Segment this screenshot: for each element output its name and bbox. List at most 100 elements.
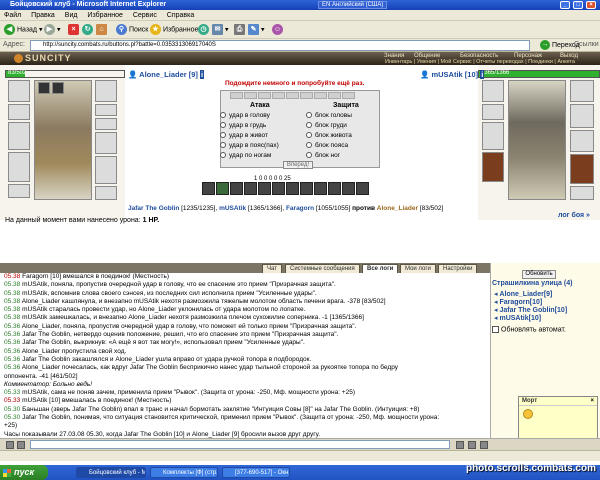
effect-slot-1[interactable] [38, 82, 50, 94]
chat-input[interactable] [30, 440, 450, 449]
messenger-button[interactable]: ☺ [272, 24, 283, 36]
fighter-ally-1[interactable]: Jafar The Goblin [128, 205, 179, 212]
forward-button[interactable]: ▶ ▾ [44, 24, 60, 36]
maximize-button[interactable]: □ [573, 1, 583, 9]
print-button[interactable]: ⎙ [234, 24, 245, 36]
shield-slot[interactable] [95, 156, 117, 184]
player-item[interactable]: ◂ Jafar The Goblin[10] [494, 306, 567, 314]
emote-icon[interactable] [480, 441, 488, 449]
back-button[interactable]: ◀ Назад ▾ [4, 24, 42, 36]
tab-all-logs[interactable]: Все логи [362, 264, 399, 273]
close-button[interactable]: × [586, 1, 596, 9]
skill-icon[interactable] [300, 182, 313, 195]
tab-settings[interactable]: Настройки [438, 264, 478, 273]
fighter-foe[interactable]: Alone_Liader [377, 205, 418, 212]
skill-icon[interactable] [272, 182, 285, 195]
boots-slot[interactable] [95, 186, 117, 200]
block-option-chest[interactable]: блок груди [306, 121, 347, 130]
ring-slot-1[interactable] [95, 104, 117, 116]
earring-slot[interactable] [95, 80, 117, 102]
edit-button[interactable]: ✎ ▾ [248, 24, 264, 36]
skill-icon[interactable] [356, 182, 369, 195]
menu-favorites[interactable]: Избранное [87, 12, 122, 19]
battle-tab[interactable] [272, 92, 285, 99]
skill-icon[interactable] [328, 182, 341, 195]
favorites-button[interactable]: ★ Избранное [150, 24, 198, 36]
send-icon[interactable] [456, 441, 464, 449]
ring-slot-2[interactable] [95, 118, 117, 130]
battle-tab[interactable] [300, 92, 313, 99]
tab-system-messages[interactable]: Системные сообщения [285, 264, 360, 273]
right-character-portrait[interactable] [508, 80, 566, 200]
clear-icon[interactable] [17, 441, 25, 449]
taskbar-item[interactable]: Бойцовский клуб - M... [76, 467, 146, 478]
attack-option-legs[interactable]: удар по ногам [220, 151, 271, 160]
block-option-belt[interactable]: блок пояса [306, 141, 348, 150]
block-option-head[interactable]: блок головы [306, 111, 352, 120]
enemy-fighter-name[interactable]: 👤 mUSAtik [10] i [420, 70, 485, 79]
stop-button[interactable]: × [68, 24, 79, 36]
enemy-gloves-slot[interactable] [570, 130, 594, 152]
effect-slot-2[interactable] [52, 82, 64, 94]
battle-tab[interactable] [258, 92, 271, 99]
home-button[interactable]: ⌂ [96, 24, 107, 36]
attack-option-head[interactable]: удар в голову [220, 111, 270, 120]
enemy-amulet-slot[interactable] [482, 104, 504, 120]
player-name[interactable]: Jafar The Goblin[10] [499, 307, 567, 314]
battle-tab[interactable] [286, 92, 299, 99]
gloves-slot[interactable] [95, 132, 117, 154]
attack-option-groin[interactable]: удар в пояс(пах) [220, 141, 279, 150]
attack-option-chest[interactable]: удар в грудь [220, 121, 266, 130]
taskbar-item[interactable]: Комплекты [Ф] (стр... [150, 467, 218, 478]
smiley-icon[interactable] [6, 441, 14, 449]
battle-tab[interactable] [244, 92, 257, 99]
helmet-slot[interactable] [8, 80, 30, 102]
player-name[interactable]: mUSAtik[10] [499, 315, 541, 322]
battle-log-link[interactable]: лог боя » [558, 212, 590, 219]
menu-file[interactable]: Файл [4, 12, 21, 19]
private-message-icon[interactable]: ◂ [494, 307, 498, 314]
refresh-button[interactable]: Обновить [522, 270, 556, 279]
amulet-slot[interactable] [8, 104, 30, 120]
left-character-portrait[interactable] [34, 80, 92, 200]
player-item[interactable]: ◂ mUSAtik[10] [494, 314, 541, 322]
start-button[interactable]: пуск [0, 465, 48, 480]
ally-fighter-name[interactable]: 👤 Alone_Liader [9] i [128, 70, 205, 79]
menu-edit[interactable]: Правка [31, 12, 55, 19]
player-item[interactable]: ◂ Faragorn[10] [494, 298, 542, 306]
belt-slot[interactable] [8, 184, 30, 198]
tab-chat[interactable]: Чат [262, 264, 282, 273]
enemy-weapon-slot[interactable] [482, 122, 504, 150]
skill-icon[interactable] [216, 182, 229, 195]
menu-view[interactable]: Вид [65, 12, 78, 19]
skill-icon[interactable] [202, 182, 215, 195]
block-option-belly[interactable]: блок живота [306, 131, 352, 140]
enemy-boots-slot[interactable] [570, 186, 594, 200]
history-button[interactable]: ◷ [198, 24, 209, 36]
battle-tab[interactable] [230, 92, 243, 99]
battle-tab[interactable] [328, 92, 341, 99]
battle-tab[interactable] [342, 92, 355, 99]
battle-tab[interactable] [314, 92, 327, 99]
skill-icon[interactable] [314, 182, 327, 195]
player-name[interactable]: Faragorn[10] [499, 299, 542, 306]
tab-my-logs[interactable]: Мои логи [400, 264, 436, 273]
enemy-shield-slot[interactable] [570, 154, 594, 184]
auto-refresh-toggle[interactable]: Обновлять автомат. [492, 326, 566, 333]
skill-icon[interactable] [342, 182, 355, 195]
enemy-armor-slot[interactable] [482, 152, 504, 182]
menu-tools[interactable]: Сервис [133, 12, 157, 19]
go-attack-button[interactable]: Вперед! [283, 161, 313, 169]
enemy-helmet-slot[interactable] [482, 80, 504, 102]
armor-slot[interactable] [8, 152, 30, 182]
enemy-earring-slot[interactable] [570, 80, 594, 102]
fighter-ally-2[interactable]: mUSAtik [219, 205, 246, 212]
links-button[interactable]: Ссылки [574, 41, 599, 48]
enemy-ring-slot[interactable] [570, 104, 594, 128]
language-indicator[interactable]: EN Английский (США) [318, 1, 388, 9]
private-message-icon[interactable]: ◂ [494, 299, 498, 306]
address-input[interactable]: http://suncity.combats.ru/buttons.pl?bat… [30, 40, 530, 51]
fighter-ally-3[interactable]: Faragorn [286, 205, 314, 212]
search-button[interactable]: ⚲ Поиск [116, 24, 148, 36]
info-icon[interactable]: i [480, 70, 485, 79]
